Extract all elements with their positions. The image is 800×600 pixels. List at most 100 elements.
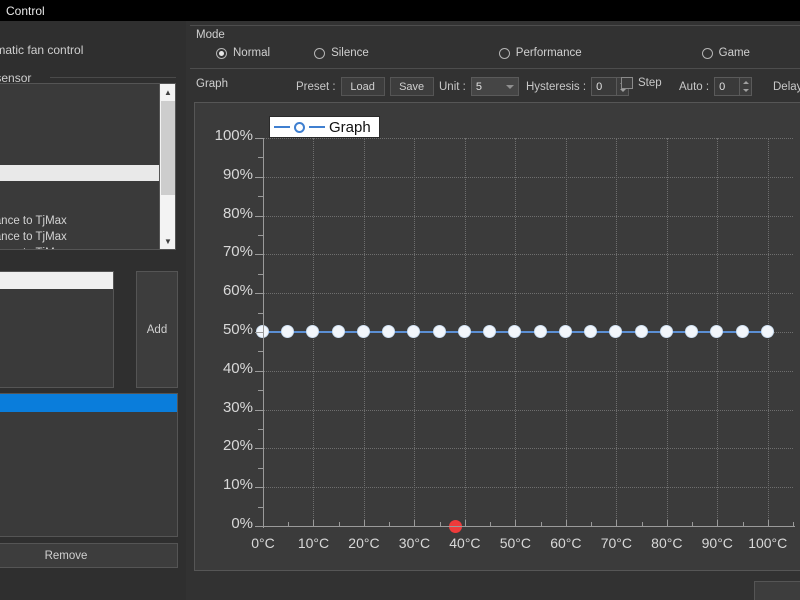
gridline-horizontal bbox=[263, 138, 793, 139]
gridline-horizontal bbox=[263, 176, 793, 178]
sensor-list[interactable]: re #1re #2re #3#1#2#3#4age#1 Distance to… bbox=[0, 84, 159, 249]
unit-label: Unit : bbox=[439, 80, 466, 93]
data-point[interactable] bbox=[584, 325, 598, 338]
list-item[interactable]: #1 Distance to TjMax bbox=[0, 213, 159, 229]
y-axis-tick bbox=[255, 215, 263, 217]
data-point[interactable] bbox=[306, 325, 320, 338]
data-point[interactable] bbox=[533, 325, 547, 338]
list-item[interactable]: re #2 bbox=[0, 101, 159, 117]
data-point[interactable] bbox=[281, 325, 295, 338]
y-axis-tick-label: 0% bbox=[231, 515, 253, 532]
y-axis-tick-label: 70% bbox=[222, 243, 253, 261]
hysteresis-value[interactable]: 0 bbox=[591, 77, 618, 96]
x-axis-tick bbox=[717, 520, 719, 527]
mode-radio-silence[interactable]: Silence bbox=[314, 47, 369, 59]
add-button[interactable]: Add bbox=[136, 271, 178, 388]
y-axis-tick-label: 40% bbox=[222, 359, 253, 377]
data-point[interactable] bbox=[710, 325, 724, 338]
step-checkbox[interactable]: Step bbox=[621, 77, 662, 89]
y-axis-tick bbox=[255, 487, 263, 489]
mode-radio-performance[interactable]: Performance bbox=[498, 47, 582, 59]
auto-spin-buttons[interactable] bbox=[740, 77, 753, 96]
y-axis-minor-tick bbox=[258, 506, 263, 508]
data-point[interactable] bbox=[483, 325, 497, 338]
list-item[interactable]: #2 bbox=[0, 149, 159, 165]
x-axis-minor-tick bbox=[389, 522, 391, 527]
step-label: Step bbox=[638, 77, 662, 89]
x-axis-minor-tick bbox=[793, 522, 794, 527]
list-item[interactable]: #3 Distance to TjMax bbox=[0, 245, 159, 249]
data-point[interactable] bbox=[331, 325, 345, 338]
gridline-horizontal bbox=[263, 409, 793, 411]
data-point[interactable] bbox=[634, 325, 648, 338]
data-point[interactable] bbox=[356, 325, 370, 338]
x-axis-minor-tick bbox=[338, 522, 340, 527]
remove-button[interactable]: Remove bbox=[0, 543, 178, 568]
list-item[interactable]: #1 bbox=[0, 133, 159, 149]
y-axis-tick-label: 60% bbox=[222, 282, 253, 300]
mode-radio-group[interactable]: Normal Silence Performance Game bbox=[216, 47, 750, 59]
data-point[interactable] bbox=[685, 325, 699, 338]
chart-plot-area[interactable] bbox=[256, 138, 793, 533]
chart-y-axis bbox=[263, 138, 264, 528]
x-axis-tick bbox=[616, 520, 618, 527]
section-divider bbox=[50, 77, 176, 78]
data-point[interactable] bbox=[735, 325, 749, 338]
fan-curve-chart[interactable]: Graph 0% 10% 20% 30% 40% 50% 60% 70% 80% 90% 100% 0… bbox=[194, 102, 800, 571]
data-point[interactable] bbox=[659, 325, 673, 338]
gridline-horizontal bbox=[263, 293, 793, 295]
data-point[interactable] bbox=[432, 325, 446, 338]
mode-radio-game[interactable]: Game bbox=[701, 47, 750, 59]
auto-fan-control-checkbox[interactable]: automatic fan control bbox=[0, 43, 83, 57]
y-axis-tick-label: 90% bbox=[222, 165, 253, 183]
scroll-up-icon[interactable]: ▲ bbox=[160, 84, 175, 100]
fan-curve-point-listbox[interactable] bbox=[0, 271, 114, 388]
list-item[interactable]: re #1 bbox=[0, 85, 159, 101]
list-item[interactable] bbox=[0, 394, 177, 412]
y-axis-tick-label: 30% bbox=[222, 398, 253, 416]
data-point[interactable] bbox=[609, 325, 623, 338]
sensor-list-scrollbar[interactable]: ▲ ▼ bbox=[159, 84, 175, 249]
assigned-items-listbox[interactable] bbox=[0, 393, 178, 537]
chart-legend: Graph bbox=[269, 116, 380, 138]
spin-down-icon[interactable] bbox=[619, 89, 626, 93]
list-item[interactable]: #3 bbox=[0, 165, 159, 181]
mode-radio-normal[interactable]: Normal bbox=[216, 47, 270, 59]
spin-up-icon[interactable] bbox=[742, 80, 749, 84]
list-item[interactable]: re #3 bbox=[0, 117, 159, 133]
chart-x-axis bbox=[263, 526, 795, 527]
apply-button[interactable]: Apply bbox=[754, 581, 800, 600]
fan-control-dialog: Control automatic fan control erature se… bbox=[0, 0, 800, 600]
radio-icon bbox=[314, 47, 326, 59]
data-point[interactable] bbox=[407, 325, 421, 338]
unit-select[interactable]: 5 bbox=[470, 77, 519, 96]
load-button[interactable]: Load bbox=[340, 77, 385, 96]
data-point[interactable] bbox=[558, 325, 572, 338]
mode-radio-label: Normal bbox=[233, 47, 271, 59]
auto-value[interactable]: 0 bbox=[714, 77, 741, 96]
window-title: Control bbox=[6, 3, 45, 18]
y-axis-minor-tick bbox=[258, 351, 263, 353]
gridline-horizontal bbox=[263, 487, 793, 489]
scroll-down-icon[interactable]: ▼ bbox=[160, 233, 175, 249]
temperature-sensor-listbox[interactable]: re #1re #2re #3#1#2#3#4age#1 Distance to… bbox=[0, 83, 176, 250]
save-button[interactable]: Save bbox=[389, 77, 434, 96]
scrollbar-thumb[interactable] bbox=[161, 101, 175, 195]
spin-down-icon[interactable] bbox=[742, 89, 749, 93]
data-point[interactable] bbox=[508, 325, 522, 338]
delay-label: Delay : bbox=[773, 80, 800, 93]
x-axis-minor-tick bbox=[591, 522, 593, 527]
y-axis-tick bbox=[255, 176, 263, 178]
x-axis-tick bbox=[363, 520, 365, 527]
list-item[interactable]: #4 bbox=[0, 181, 159, 197]
data-point[interactable] bbox=[760, 325, 774, 338]
y-axis-minor-tick bbox=[258, 429, 263, 430]
list-item[interactable]: #2 Distance to TjMax bbox=[0, 229, 159, 245]
list-item[interactable]: age bbox=[0, 197, 159, 213]
data-point[interactable] bbox=[457, 325, 471, 338]
auto-stepper[interactable]: 0 bbox=[714, 77, 753, 96]
auto-fan-control-label: automatic fan control bbox=[0, 43, 84, 57]
data-point[interactable] bbox=[382, 325, 396, 338]
list-item[interactable] bbox=[0, 272, 113, 289]
y-axis-tick-label: 50% bbox=[222, 321, 253, 338]
